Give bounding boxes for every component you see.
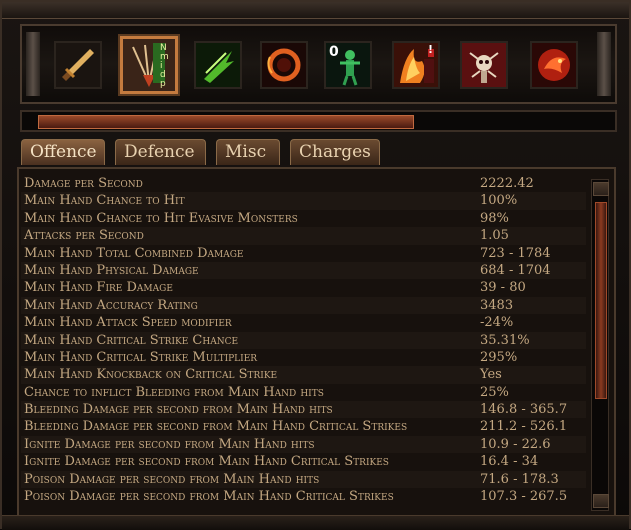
stat-value: 10.9 - 22.6	[480, 436, 551, 452]
skill-slot-2[interactable]: Nmidp	[120, 36, 178, 94]
stat-row: Attacks per Second 1.05	[21, 227, 586, 245]
skill-slot-4[interactable]	[260, 41, 308, 89]
dagger-icon	[56, 43, 100, 87]
scroll-down-button[interactable]	[593, 494, 609, 508]
stat-row: Main Hand Attack Speed modifier -24%	[21, 314, 586, 331]
skill-slot-5[interactable]: 0	[324, 41, 372, 89]
stat-label: Main Hand Chance to Hit Evasive Monsters	[24, 210, 298, 226]
fire-ring-icon	[262, 43, 306, 87]
stat-row: Bleeding Damage per second from Main Han…	[21, 418, 586, 435]
stat-label: Main Hand Physical Damage	[24, 262, 199, 278]
stat-row: Ignite Damage per second from Main Hand …	[21, 435, 586, 454]
stat-row: Main Hand Critical Strike Chance 35.31%	[21, 331, 586, 349]
stat-row: Main Hand Knockback on Critical Strike Ye…	[21, 366, 586, 384]
arrow-rain-icon	[123, 39, 175, 91]
green-blade-icon	[196, 43, 240, 87]
skill-slot-8[interactable]	[530, 41, 578, 89]
stat-value: 107.3 - 267.5	[480, 489, 568, 505]
experience-bar	[20, 110, 617, 132]
stat-value: 211.2 - 526.1	[480, 419, 568, 435]
stat-label: Main Hand Critical Strike Chance	[24, 332, 239, 348]
stat-row: Bleeding Damage per second from Main Han…	[21, 401, 586, 419]
stat-value: -24%	[480, 315, 514, 331]
stat-value: 2222.42	[480, 176, 534, 191]
skill-bar-right-cap	[597, 32, 611, 96]
stat-value: 684 - 1704	[480, 262, 551, 278]
stat-row: Main Hand Fire Damage 39 - 80	[21, 279, 586, 296]
stat-row: Poison Damage per second from Main Hand …	[21, 470, 586, 489]
stat-value: 25%	[480, 384, 509, 400]
stat-label: Main Hand Knockback on Critical Strike	[24, 367, 278, 383]
stat-value: 146.8 - 365.7	[480, 402, 568, 418]
tab-charges[interactable]: Charges	[290, 139, 380, 165]
stats-panel: Damage per Second 2222.42 Main Hand Chance…	[17, 167, 616, 519]
stat-row: Main Hand Total Combined Damage 723 - 178…	[21, 245, 586, 262]
character-stats-window: Nmidp 0 ! Offence Defence Misc Charges D…	[0, 0, 631, 530]
stat-label: Main Hand Attack Speed modifier	[24, 315, 232, 331]
stat-value: 71.6 - 178.3	[480, 471, 559, 487]
stat-label: Attacks per Second	[24, 228, 144, 244]
stat-label: Chance to inflict Bleeding from Main Han…	[24, 384, 324, 400]
stat-value: 35.31%	[480, 332, 530, 348]
stat-label: Main Hand Accuracy Rating	[24, 297, 198, 313]
tab-misc[interactable]: Misc	[216, 139, 280, 165]
stat-label: Ignite Damage per second from Main Hand …	[24, 436, 315, 452]
stat-value: 723 - 1784	[480, 245, 551, 261]
skill-slot-5-label: 0	[329, 44, 339, 60]
stat-row: Main Hand Critical Strike Multiplier 295%	[21, 349, 586, 366]
skill-slot-6[interactable]: !	[392, 41, 440, 89]
red-dragon-icon	[532, 43, 576, 87]
window-top-border	[2, 2, 629, 19]
tab-offence[interactable]: Offence	[21, 139, 105, 165]
stat-label: Damage per Second	[24, 176, 143, 191]
stat-label: Poison Damage per second from Main Hand …	[24, 489, 394, 505]
skill-slot-1[interactable]	[54, 41, 102, 89]
stat-row: Poison Damage per second from Main Hand …	[21, 488, 586, 505]
stat-row: Main Hand Chance to Hit Evasive Monsters…	[21, 210, 586, 227]
stats-scrollbar[interactable]	[591, 179, 609, 511]
stat-row: Ignite Damage per second from Main Hand …	[21, 453, 586, 470]
stat-label: Main Hand Fire Damage	[24, 280, 173, 296]
stats-list: Damage per Second 2222.42 Main Hand Chance…	[21, 175, 586, 505]
stat-value: 1.05	[480, 228, 509, 244]
stat-value: 98%	[480, 210, 509, 226]
scrollbar-thumb[interactable]	[595, 202, 607, 399]
stat-label: Bleeding Damage per second from Main Han…	[24, 402, 333, 418]
window-bottom-border	[2, 515, 629, 530]
skill-slot-6-label: !	[428, 43, 434, 56]
stat-row: Main Hand Accuracy Rating 3483	[21, 296, 586, 315]
stat-label: Poison Damage per second from Main Hand …	[24, 471, 320, 487]
stat-row: Main Hand Chance to Hit 100%	[21, 192, 586, 210]
stat-row: Main Hand Physical Damage 684 - 1704	[21, 261, 586, 280]
stat-label: Main Hand Total Combined Damage	[24, 245, 244, 261]
stat-label: Ignite Damage per second from Main Hand …	[24, 454, 389, 470]
skill-slot-2-label: Nmidp	[160, 43, 169, 89]
tab-defence[interactable]: Defence	[115, 139, 206, 165]
stat-value: 16.4 - 34	[480, 454, 539, 470]
stat-value: 39 - 80	[480, 280, 526, 296]
skill-bar: Nmidp 0 !	[20, 24, 617, 104]
stat-value: 3483	[480, 297, 514, 313]
skill-slot-3[interactable]	[194, 41, 242, 89]
skill-bar-left-cap	[26, 32, 40, 96]
stat-row: Damage per Second 2222.42	[21, 175, 586, 192]
stat-value: 295%	[480, 349, 518, 365]
skill-slot-7[interactable]	[460, 41, 508, 89]
skull-totem-icon	[462, 43, 506, 87]
stat-value: Yes	[480, 367, 502, 383]
experience-bar-fill	[38, 115, 414, 129]
scroll-up-button[interactable]	[593, 182, 609, 196]
stat-label: Bleeding Damage per second from Main Han…	[24, 419, 408, 435]
stat-label: Main Hand Critical Strike Multiplier	[24, 349, 258, 365]
stat-label: Main Hand Chance to Hit	[24, 193, 185, 209]
stat-row: Chance to inflict Bleeding from Main Han…	[21, 384, 586, 401]
stat-value: 100%	[480, 193, 518, 209]
